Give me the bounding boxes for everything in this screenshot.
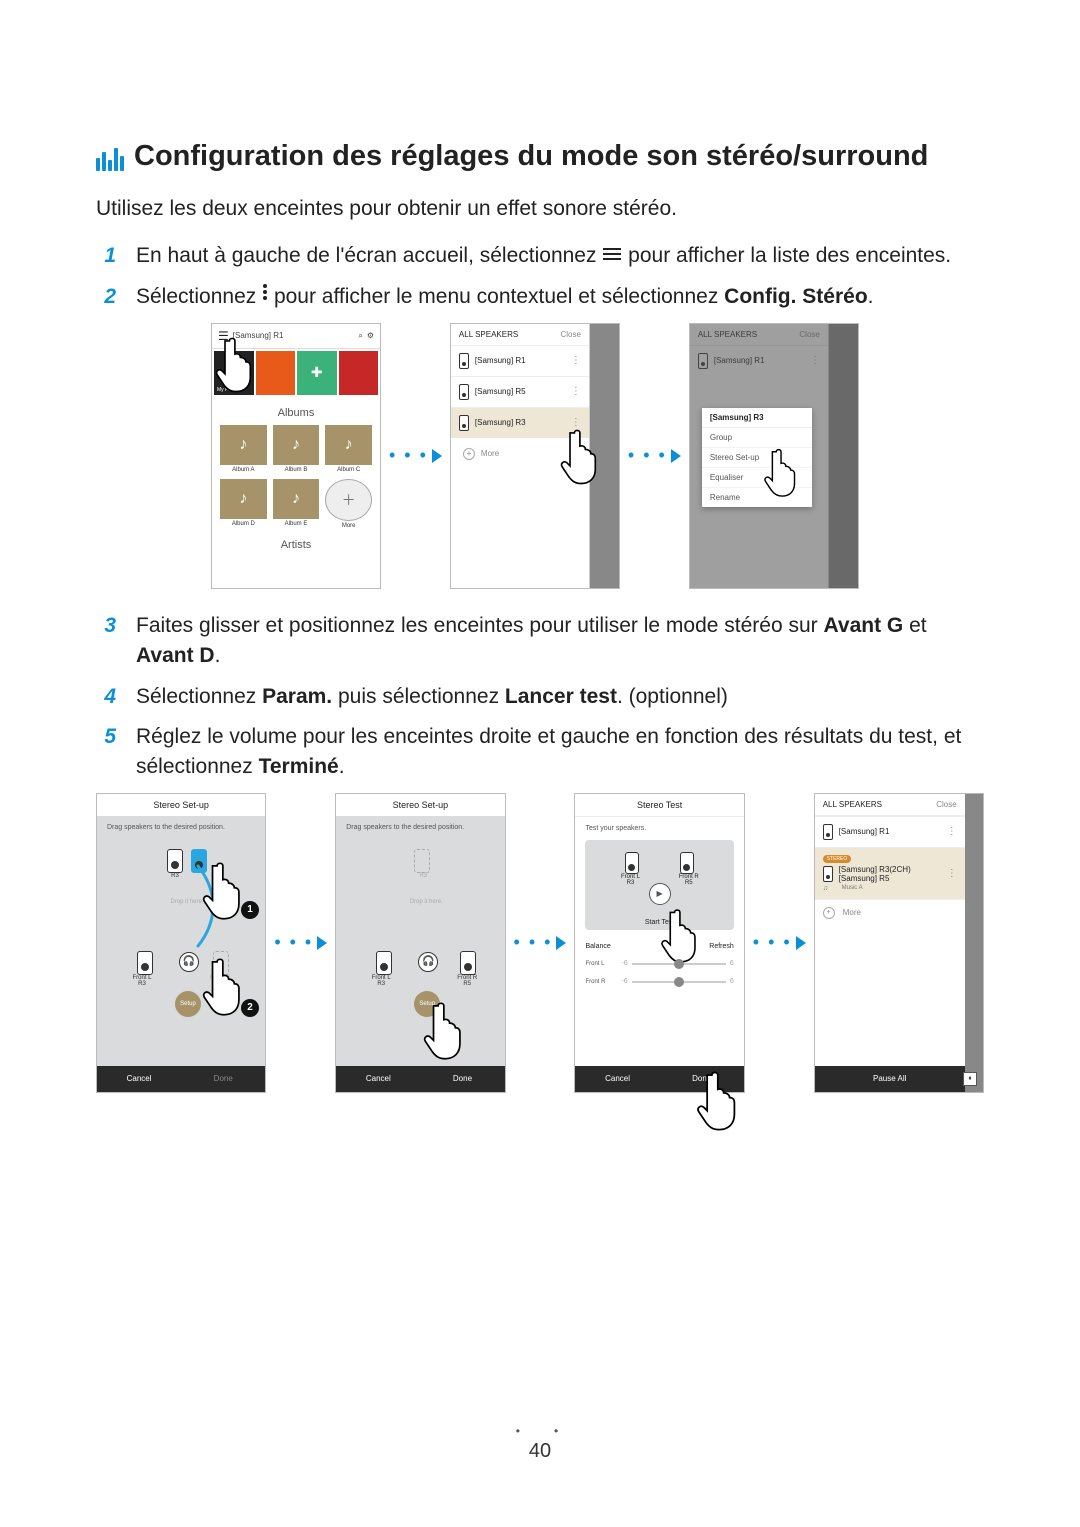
popup-title: [Samsung] R3 — [702, 408, 812, 428]
arrow-icon: • • • — [389, 445, 442, 466]
album-thumb: ♪ — [273, 479, 320, 519]
hamburger-icon: ☰ — [218, 329, 229, 343]
section-albums-title: Albums — [212, 397, 380, 425]
pause-all-button: Pause All — [815, 1066, 965, 1092]
screenshot-stereo-test: Stereo Test Test your speakers. Front LR… — [574, 793, 744, 1093]
equalizer-icon — [96, 146, 124, 168]
plus-icon: + — [463, 448, 475, 460]
headphones-icon: 🎧 — [179, 952, 199, 972]
play-icon: ▶ — [649, 883, 671, 905]
balance-label: Balance — [585, 943, 610, 950]
cancel-button: Cancel — [97, 1066, 181, 1092]
step-number: 2 — [96, 282, 116, 313]
close-link: Close — [936, 800, 956, 809]
more-vertical-icon: ⋮ — [947, 872, 957, 876]
steps-list: 3 Faites glisser et positionnez les ence… — [96, 611, 984, 783]
search-icon: ⌕ — [358, 331, 362, 341]
close-link: Close — [560, 330, 580, 339]
popup-item-rename: Rename — [702, 488, 812, 507]
screenshot-home: ☰ [Samsung] R1 ⌕ ⚙ My Phone ✚ Albums ♪Al… — [211, 323, 381, 589]
done-button: Done — [181, 1066, 265, 1092]
steps-list: 1 En haut à gauche de l'écran accueil, s… — [96, 241, 984, 312]
more-vertical-icon: ⋮ — [571, 390, 581, 394]
album-thumb: ♪ — [325, 425, 372, 465]
section-heading: Configuration des réglages du mode son s… — [96, 140, 984, 173]
drag-hint: Drag speakers to the desired position. — [97, 816, 265, 831]
panel-title: ALL SPEAKERS — [823, 800, 882, 809]
arrow-icon: • • • — [514, 932, 567, 953]
plus-icon: ✚ — [297, 351, 337, 395]
step-1-text: En haut à gauche de l'écran accueil, sél… — [136, 241, 984, 272]
test-title: Stereo Test — [575, 794, 743, 817]
screenshot-stereo-setup-placed: Stereo Set-up Drag speakers to the desir… — [335, 793, 505, 1093]
more-albums-button: ＋ — [325, 479, 372, 521]
intro-paragraph: Utilisez les deux enceintes pour obtenir… — [96, 195, 984, 223]
popup-item-equaliser: Equaliser — [702, 468, 812, 488]
step-number: 3 — [96, 611, 116, 672]
test-hint: Test your speakers. — [575, 817, 743, 832]
step-number: 1 — [96, 241, 116, 272]
setup-button: Setup — [175, 991, 201, 1017]
gear-icon: ⚙ — [367, 331, 374, 340]
done-button: Done — [660, 1066, 744, 1092]
callout-badge-1: 1 — [241, 901, 259, 919]
cancel-button: Cancel — [336, 1066, 420, 1092]
page-footer: • • 40 — [0, 1424, 1080, 1463]
panel-title: ALL SPEAKERS — [459, 330, 518, 339]
start-test-label: Start Test — [585, 919, 733, 926]
step-2-text: Sélectionnez pour afficher le menu conte… — [136, 282, 984, 313]
popup-item-group: Group — [702, 428, 812, 448]
more-vertical-icon — [262, 280, 268, 310]
context-menu-popup: [Samsung] R3 Group Stereo Set-up Equalis… — [702, 408, 812, 507]
step-3-text: Faites glisser et positionnez les encein… — [136, 611, 984, 672]
cancel-button: Cancel — [575, 1066, 659, 1092]
callout-badge-2: 2 — [241, 999, 259, 1017]
arrow-icon: • • • — [628, 445, 681, 466]
step-4-text: Sélectionnez Param. puis sélectionnez La… — [136, 682, 984, 712]
screenshot-speakers-list: ALL SPEAKERS Close [Samsung] R1⋮ [Samsun… — [450, 323, 620, 589]
done-button: Done — [420, 1066, 504, 1092]
device-name: [Samsung] R1 — [233, 331, 355, 340]
section-artists-title: Artists — [212, 529, 380, 557]
step-number: 5 — [96, 722, 116, 783]
tile-label-myphone: My Phone — [217, 387, 240, 393]
refresh-label: Refresh — [709, 943, 734, 950]
screenshot-context-menu: ALL SPEAKERS Close [Samsung] R1⋮ [Samsun… — [689, 323, 859, 589]
hamburger-icon — [602, 240, 622, 270]
pause-icon: ⏸ — [963, 1072, 977, 1086]
step-number: 4 — [96, 682, 116, 712]
setup-title: Stereo Set-up — [97, 794, 265, 816]
music-note-icon: ♫ — [823, 885, 828, 892]
album-thumb: ♪ — [273, 425, 320, 465]
album-thumb: ♪ — [220, 425, 267, 465]
arrow-icon: • • • — [753, 932, 806, 953]
album-thumb: ♪ — [220, 479, 267, 519]
more-vertical-icon: ⋮ — [571, 421, 581, 425]
arrow-icon: • • • — [274, 932, 327, 953]
headphones-icon: 🎧 — [418, 952, 438, 972]
setup-button: Setup — [414, 991, 440, 1017]
figure-row-2: Stereo Set-up Drag speakers to the desir… — [96, 793, 984, 1093]
stereo-badge: STEREO — [823, 855, 852, 863]
screenshot-result-panel: ALL SPEAKERS Close [Samsung] R1⋮ STEREO … — [814, 793, 984, 1093]
more-vertical-icon: ⋮ — [947, 830, 957, 834]
figure-row-1: ☰ [Samsung] R1 ⌕ ⚙ My Phone ✚ Albums ♪Al… — [211, 323, 984, 589]
more-vertical-icon: ⋮ — [571, 359, 581, 363]
popup-item-stereo-setup: Stereo Set-up — [702, 448, 812, 468]
screenshot-stereo-setup-drag: Stereo Set-up Drag speakers to the desir… — [96, 793, 266, 1093]
step-5-text: Réglez le volume pour les enceintes droi… — [136, 722, 984, 783]
section-heading-text: Configuration des réglages du mode son s… — [134, 140, 928, 173]
page-number: 40 — [529, 1440, 551, 1462]
